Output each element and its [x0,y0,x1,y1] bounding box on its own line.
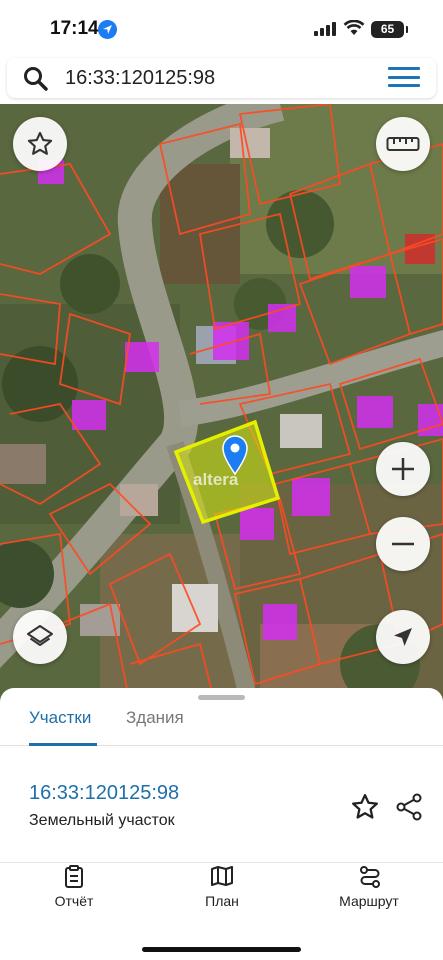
navigation-arrow-icon [394,628,412,646]
nav-plan-label: План [205,893,239,909]
search-bar: 16:33:120125:98 [7,58,436,98]
satellite-map [0,104,443,704]
zoom-out-button[interactable] [376,517,430,571]
my-location-button[interactable] [376,610,430,664]
result-cadastral-number[interactable]: 16:33:120125:98 [29,782,179,805]
battery-indicator: 65 [371,21,408,38]
layers-icon [27,625,53,646]
tab-bar: Участки Здания [0,706,443,746]
star-icon [27,131,53,155]
signal-icon [314,22,336,36]
nav-report[interactable]: Отчёт [0,863,148,923]
ruler-button[interactable] [376,117,430,171]
sheet-grabber[interactable] [198,695,245,700]
wifi-icon [343,20,365,35]
bottom-nav: Отчёт План Маршрут [0,863,443,960]
status-bar: 17:14 65 [0,0,443,56]
map-icon [211,866,233,886]
layers-button[interactable] [13,610,67,664]
nav-route[interactable]: Маршрут [296,863,443,923]
nav-report-label: Отчёт [54,893,94,909]
bottom-sheet: Участки Здания 16:33:120125:98 Земельный… [0,688,443,960]
search-icon[interactable] [23,66,49,92]
map-view[interactable]: altera [0,104,443,704]
status-time: 17:14 [50,18,99,39]
tab-buildings[interactable]: Здания [126,708,184,746]
nav-plan[interactable]: План [148,863,296,923]
nav-route-label: Маршрут [339,893,399,909]
route-icon [360,866,380,888]
zoom-in-button[interactable] [376,442,430,496]
tab-parcels[interactable]: Участки [29,708,97,746]
result-type: Земельный участок [29,812,175,829]
report-icon [65,865,83,888]
star-icon[interactable] [350,792,380,822]
menu-icon[interactable] [388,67,420,89]
plus-icon [392,458,414,480]
favorite-button[interactable] [13,117,67,171]
location-arrow-icon [98,20,117,39]
home-indicator [142,947,301,952]
search-input[interactable]: 16:33:120125:98 [65,58,365,98]
ruler-icon [386,137,420,151]
minus-icon [392,542,414,546]
share-icon[interactable] [394,792,424,822]
map-watermark: altera [193,470,239,489]
